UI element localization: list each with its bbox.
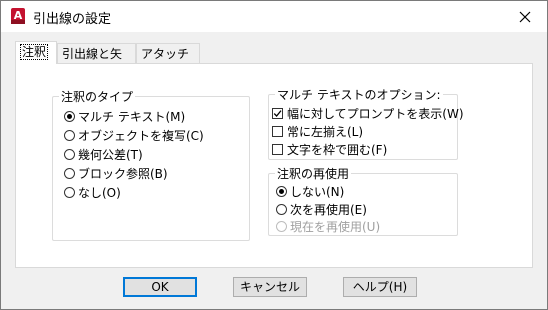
radio-reuse-none[interactable]: しない(N) (276, 183, 344, 200)
checkmark-icon (273, 110, 282, 117)
checkbox-prompt-width[interactable]: 幅に対してプロンプトを表示(W) (272, 105, 464, 122)
checkbox-always-left-justify[interactable]: 常に左揃え(L) (272, 123, 363, 140)
option-label: マルチ テキスト(M) (78, 110, 186, 124)
option-label: 常に左揃え(L) (287, 125, 364, 139)
group-legend: 注釈のタイプ (61, 90, 134, 104)
checkbox-indicator (272, 108, 283, 119)
radio-tolerance[interactable]: 幾何公差(T) (64, 146, 143, 163)
radio-indicator (276, 221, 287, 232)
option-label: なし(O) (78, 186, 121, 200)
checkbox-indicator (272, 126, 283, 137)
radio-none[interactable]: なし(O) (64, 184, 121, 201)
radio-indicator (64, 111, 75, 122)
tab-annotation[interactable]: 注釈 (15, 41, 57, 64)
radio-indicator (64, 168, 75, 179)
checkbox-indicator (272, 144, 283, 155)
group-legend: マルチ テキストのオプション: (277, 88, 441, 102)
tab-attachment[interactable]: アタッチ位置 (136, 43, 200, 81)
autocad-app-icon: A (11, 8, 25, 24)
option-label: 幾何公差(T) (78, 148, 143, 162)
dialog-window: A 引出線の設定 注釈 引出線と矢印 アタッチ位置 注釈のタイプ マルチ テキス… (0, 0, 548, 310)
radio-copy-object[interactable]: オブジェクトを複写(C) (64, 127, 204, 144)
tab-leader-and-arrow[interactable]: 引出線と矢印 (57, 43, 136, 81)
help-button[interactable]: ヘルプ(H) (343, 277, 417, 297)
title-bar: A 引出線の設定 (1, 1, 547, 32)
option-label: ブロック参照(B) (78, 167, 168, 181)
tab-label: 注釈 (20, 44, 49, 60)
cancel-button[interactable]: キャンセル (233, 277, 307, 297)
close-button[interactable] (503, 1, 547, 32)
radio-indicator (276, 204, 287, 215)
option-label: 文字を枠で囲む(F) (287, 143, 388, 157)
checkbox-frame-text[interactable]: 文字を枠で囲む(F) (272, 141, 387, 158)
ok-button[interactable]: OK (123, 277, 197, 297)
option-label: 次を再使用(E) (290, 203, 367, 217)
radio-indicator (64, 130, 75, 141)
radio-indicator (276, 186, 287, 197)
radio-block-reference[interactable]: ブロック参照(B) (64, 165, 168, 182)
radio-indicator (64, 187, 75, 198)
radio-reuse-current: 現在を再使用(U) (276, 218, 380, 235)
option-label: 幅に対してプロンプトを表示(W) (287, 107, 464, 121)
radio-mtext[interactable]: マルチ テキスト(M) (64, 108, 185, 125)
group-legend: 注釈の再使用 (277, 167, 350, 181)
option-label: オブジェクトを複写(C) (78, 129, 204, 143)
option-label: しない(N) (290, 185, 345, 199)
radio-reuse-next[interactable]: 次を再使用(E) (276, 201, 367, 218)
option-label: 現在を再使用(U) (290, 220, 381, 234)
tab-panel-annotation: 注釈のタイプ マルチ テキスト(M) オブジェクトを複写(C) 幾何公差(T) … (15, 63, 533, 268)
window-title: 引出線の設定 (33, 12, 112, 27)
radio-indicator (64, 149, 75, 160)
close-icon (519, 11, 531, 22)
